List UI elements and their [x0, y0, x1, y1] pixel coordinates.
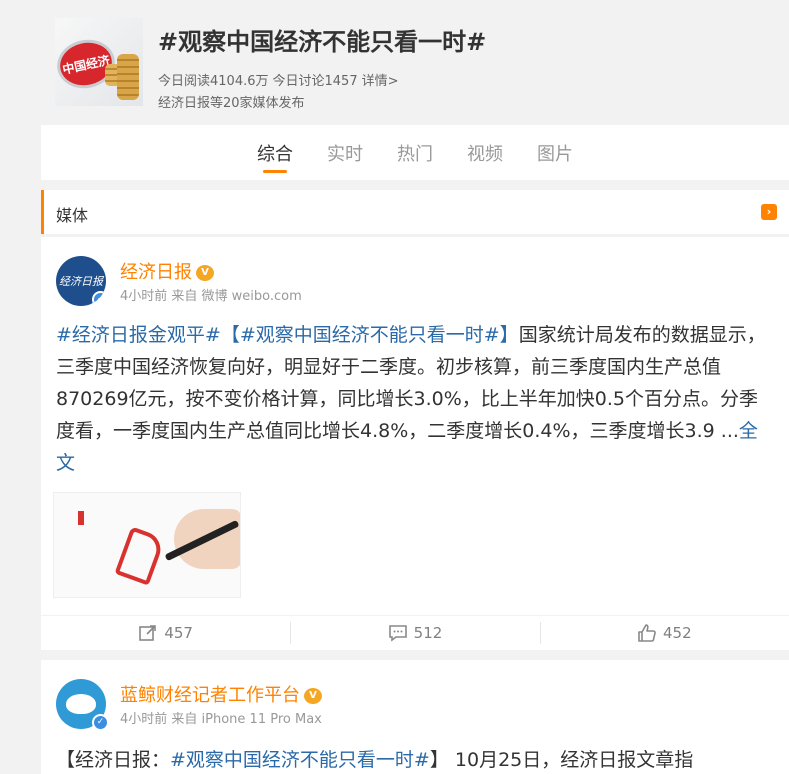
like-count: 452 [663, 624, 692, 642]
post-text: 【经济日报：#观察中国经济不能只看一时#】 10月25日，经济日报文章指 [56, 744, 786, 774]
topic-hashtag-link[interactable]: #观察中国经济不能只看一时# [170, 749, 430, 771]
media-section-label: 媒体 [56, 206, 89, 225]
tab-comprehensive[interactable]: 综合 [257, 125, 293, 180]
repost-count: 457 [164, 624, 193, 642]
tab-video[interactable]: 视频 [467, 125, 503, 180]
thumbs-up-icon [638, 624, 656, 642]
like-button[interactable]: 452 [539, 616, 789, 650]
chevron-right-icon[interactable]: › [761, 204, 777, 220]
post-card: ✓ 蓝鲸财经记者工作平台 V 4小时前 来自 iPhone 11 Pro Max … [41, 660, 789, 774]
post-text: #经济日报金观平#【#观察中国经济不能只看一时#】国家统计局发布的数据显示，三季… [56, 319, 776, 479]
topic-thumbnail[interactable]: 中国经济 [55, 18, 143, 106]
topic-discussions: 今日讨论1457 [272, 74, 358, 89]
topic-tabs: 综合 实时 热门 视频 图片 [41, 125, 789, 180]
avatar[interactable]: ✓ [56, 679, 109, 731]
comment-button[interactable]: 512 [290, 616, 539, 650]
post-author-name[interactable]: 经济日报 [120, 262, 192, 283]
post-image[interactable] [53, 492, 241, 598]
hashtag-link[interactable]: #经济日报金观平# [56, 324, 221, 346]
coins-stack-icon [117, 54, 139, 100]
post-actions: 457 512 452 [41, 615, 789, 650]
tab-hot[interactable]: 热门 [397, 125, 433, 180]
comment-icon [388, 625, 407, 642]
post-meta: 4小时前 来自 iPhone 11 Pro Max [120, 712, 322, 727]
topic-stats: 今日阅读4104.6万 今日讨论1457 详情> [158, 70, 403, 89]
topic-title: #观察中国经济不能只看一时# [158, 28, 487, 56]
verified-icon: ✓ [92, 714, 109, 731]
tab-images[interactable]: 图片 [537, 125, 573, 180]
avatar-logo-text: 经济日报 [59, 275, 103, 288]
topic-header: 中国经济 #观察中国经济不能只看一时# 今日阅读4104.6万 今日讨论1457 详… [0, 0, 789, 125]
post-text-prefix: 【经济日报： [56, 749, 171, 771]
gold-v-badge-icon: V [196, 265, 214, 281]
arrow-drawing-icon [114, 526, 166, 586]
post-text-suffix: 】 10月25日，经济日报文章指 [429, 749, 694, 771]
post-author[interactable]: 经济日报 V [120, 258, 214, 284]
repost-icon [139, 625, 157, 641]
media-section-bar[interactable]: 媒体 › [41, 190, 789, 234]
gold-v-badge-icon: V [304, 688, 322, 704]
tab-realtime[interactable]: 实时 [327, 125, 363, 180]
post-card: 经济日报 ✓ 经济日报 V 4小时前 来自 微博 weibo.com #经济日报金… [41, 237, 789, 650]
topic-hashtag-link[interactable]: 【#观察中国经济不能只看一时#】 [221, 324, 519, 346]
avatar[interactable]: 经济日报 ✓ [56, 256, 106, 306]
topic-source: 经济日报等20家媒体发布 [158, 96, 305, 111]
verified-icon: ✓ [92, 291, 106, 306]
comment-count: 512 [413, 624, 443, 642]
red-bookmark-icon [78, 511, 84, 525]
topic-reads: 今日阅读4104.6万 [158, 74, 269, 89]
repost-button[interactable]: 457 [41, 616, 290, 650]
whale-logo-icon [66, 694, 96, 714]
post-author[interactable]: 蓝鲸财经记者工作平台 V [120, 681, 322, 707]
post-meta: 4小时前 来自 微博 weibo.com [120, 289, 302, 304]
post-author-name[interactable]: 蓝鲸财经记者工作平台 [120, 685, 300, 706]
topic-details-link[interactable]: 详情> [362, 74, 399, 89]
